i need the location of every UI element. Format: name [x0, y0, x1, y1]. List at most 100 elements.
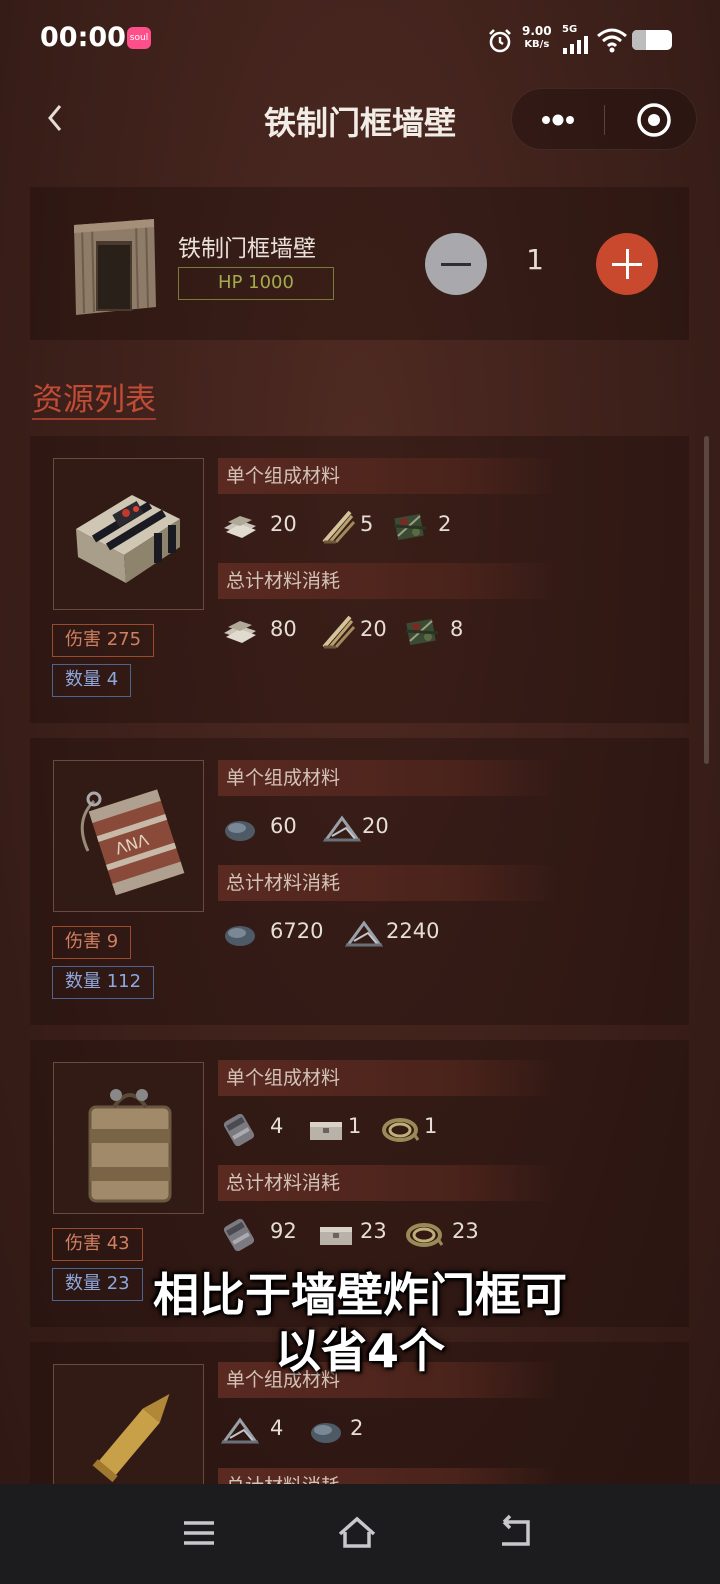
small-stash-icon — [310, 1122, 342, 1140]
tech-trash-icon — [392, 512, 428, 542]
small-stash-icon — [320, 1227, 352, 1245]
battery-level — [632, 30, 646, 50]
resource-thumb — [53, 1364, 204, 1484]
back-arrow-icon — [502, 1514, 530, 1546]
resource-card-beancan[interactable]: ΛNΛ 伤害 9 数量 112 单个组成材料 60 20 总计材料消耗 6720… — [30, 738, 689, 1025]
damage-badge: 伤害 9 — [52, 926, 132, 959]
fuse-icon — [322, 615, 356, 649]
system-nav-bar — [0, 1484, 720, 1584]
beancan-grenade-icon: ΛNΛ — [80, 789, 185, 896]
material-value: 20 — [362, 814, 389, 838]
rope-icon — [406, 1223, 444, 1247]
target-circle-icon — [637, 103, 671, 137]
damage-badge: 伤害 275 — [52, 624, 155, 657]
material-value: 4 — [270, 1416, 284, 1440]
total-materials-header: 总计材料消耗 — [218, 1165, 558, 1201]
material-value: 8 — [450, 617, 464, 641]
menu-button[interactable] — [174, 1508, 224, 1558]
material-value: 4 — [270, 1114, 284, 1138]
plus-icon-v — [626, 249, 629, 279]
scrollbar[interactable] — [704, 436, 709, 764]
single-materials-header: 单个组成材料 — [218, 458, 558, 494]
tech-trash-icon — [404, 617, 440, 647]
material-value: 6720 — [270, 919, 324, 943]
video-caption: 相比于墙壁炸门框可 以省4个 — [0, 1267, 720, 1379]
total-materials-header: 总计材料消耗 — [218, 1468, 558, 1484]
net-speed-unit: KB/s — [524, 39, 550, 50]
resource-card-c4[interactable]: 伤害 275 数量 4 单个组成材料 20 5 2 总计材料消耗 80 20 8 — [30, 436, 689, 723]
rope-icon — [382, 1118, 420, 1142]
material-value: 80 — [270, 617, 297, 641]
material-value: 23 — [452, 1219, 479, 1243]
material-value: 2240 — [386, 919, 440, 943]
signal-icon — [563, 36, 588, 54]
minus-icon — [441, 263, 471, 266]
caption-line-1: 相比于墙壁炸门框可 — [153, 1268, 567, 1322]
soul-app-icon: soul — [127, 27, 151, 49]
charcoal-icon — [220, 1418, 260, 1444]
status-bar: 00:00 soul 9.00 KB/s 5G — [0, 0, 720, 78]
battery-icon — [632, 30, 672, 50]
back-system-button[interactable] — [490, 1508, 540, 1558]
damage-badge: 伤害 43 — [52, 1228, 143, 1261]
resource-thumb: ΛNΛ — [53, 760, 204, 912]
charcoal-icon — [344, 921, 384, 947]
capsule-divider — [604, 105, 605, 135]
single-materials-header: 单个组成材料 — [218, 1060, 558, 1096]
item-name: 铁制门框墙壁 — [178, 236, 316, 262]
fuse-icon — [322, 510, 356, 544]
beancan-icon — [222, 1217, 256, 1251]
c4-explosive-icon — [76, 495, 180, 583]
net-speed-value: 9.00 — [522, 24, 552, 38]
network-type: 5G — [562, 24, 578, 35]
material-value: 20 — [270, 512, 297, 536]
hp-badge: HP 1000 — [178, 267, 334, 300]
net-speed: 9.00 KB/s — [522, 25, 552, 51]
material-value: 23 — [360, 1219, 387, 1243]
material-value: 92 — [270, 1219, 297, 1243]
home-button[interactable] — [332, 1508, 382, 1558]
material-value: 1 — [348, 1114, 362, 1138]
item-card: 铁制门框墙壁 HP 1000 1 — [30, 187, 689, 340]
sulfur-icon — [225, 821, 255, 841]
charcoal-icon — [322, 816, 362, 842]
section-title: 资源列表 — [32, 382, 156, 418]
beancan-icon — [222, 1112, 256, 1146]
total-materials-header: 总计材料消耗 — [218, 865, 558, 901]
caption-line-2: 以省4个 — [274, 1324, 445, 1378]
mini-program-capsule — [511, 88, 697, 150]
metal-door-frame-icon — [74, 219, 156, 315]
rifle-ammo-icon — [92, 1394, 170, 1483]
status-icons: 9.00 KB/s 5G — [486, 24, 686, 56]
sulfur-icon — [225, 926, 255, 946]
material-value: 20 — [360, 617, 387, 641]
decrease-button[interactable] — [425, 233, 487, 295]
material-value: 2 — [350, 1416, 364, 1440]
material-value: 1 — [424, 1114, 438, 1138]
sulfur-icon — [311, 1423, 341, 1443]
material-value: 5 — [360, 512, 374, 536]
more-button[interactable] — [526, 97, 590, 143]
more-dots-icon — [542, 114, 574, 126]
wifi-icon — [597, 28, 627, 53]
material-value: 2 — [438, 512, 452, 536]
fabric-icon — [224, 621, 256, 643]
increase-button[interactable] — [596, 233, 658, 295]
single-materials-header: 单个组成材料 — [218, 760, 558, 796]
menu-icon — [184, 1521, 214, 1545]
nav-bar: 铁制门框墙壁 — [0, 82, 720, 154]
fabric-icon — [224, 516, 256, 538]
status-time: 00:00 — [40, 22, 126, 53]
home-icon — [338, 1516, 376, 1548]
section-underline — [32, 418, 156, 420]
resource-thumb — [53, 1062, 204, 1214]
count-badge: 数量 112 — [52, 966, 155, 999]
material-value: 60 — [270, 814, 297, 838]
quantity-value: 1 — [526, 243, 544, 276]
satchel-charge-icon — [88, 1089, 172, 1203]
alarm-icon — [489, 29, 511, 53]
close-mini-program-button[interactable] — [624, 97, 684, 143]
resource-thumb — [53, 458, 204, 610]
count-badge: 数量 4 — [52, 664, 132, 697]
total-materials-header: 总计材料消耗 — [218, 563, 558, 599]
